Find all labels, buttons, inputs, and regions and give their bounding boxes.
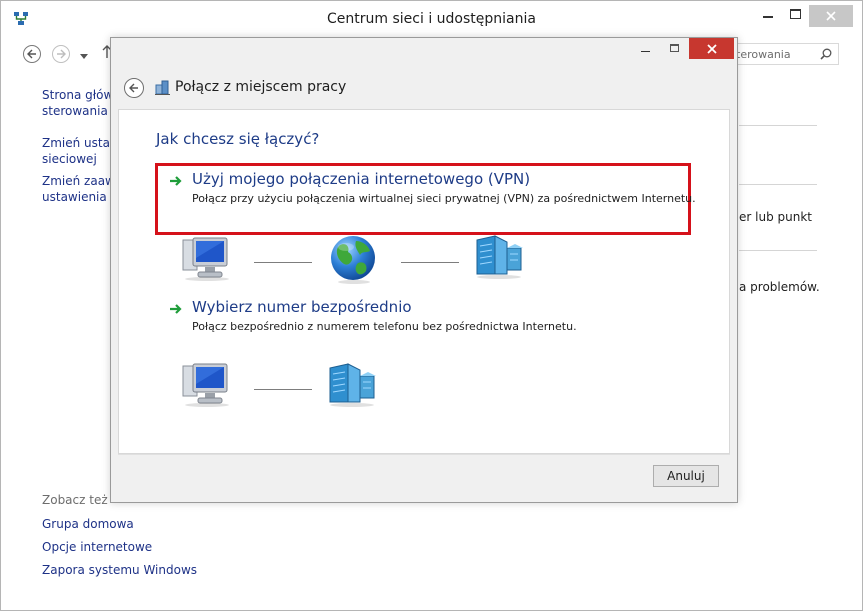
maximize-button[interactable] [780, 1, 810, 27]
close-button[interactable] [809, 5, 853, 27]
change-adapter-settings-link[interactable]: Zmień ustaw sieciowej [42, 135, 120, 167]
search-placeholder: terowania [736, 48, 791, 61]
server-icon [326, 362, 378, 411]
minimize-button[interactable] [753, 1, 783, 27]
footer-divider [118, 454, 730, 455]
dialog-minimize-button[interactable] [635, 42, 655, 56]
dial-option-title: Wybierz numer bezpośrednio [192, 298, 412, 316]
minimize-icon [640, 51, 650, 52]
globe-icon [328, 233, 380, 288]
forward-button[interactable] [52, 45, 70, 63]
back-arrow-icon [129, 83, 138, 93]
dial-option-description: Połącz bezpośrednio z numerem telefonu b… [192, 320, 577, 333]
internet-options-link[interactable]: Opcje internetowe [42, 539, 152, 555]
chevron-down-icon [80, 54, 88, 59]
connection-line [254, 262, 312, 263]
close-icon [826, 11, 836, 21]
background-text-fragment: er lub punkt [739, 210, 812, 224]
vpn-option[interactable]: Użyj mojego połączenia internetowego (VP… [163, 168, 696, 228]
back-button[interactable] [23, 45, 41, 63]
search-icon[interactable] [820, 48, 832, 63]
divider [739, 250, 817, 251]
see-also-heading: Zobacz też [42, 493, 108, 507]
computer-icon [181, 362, 233, 411]
divider [739, 125, 817, 126]
vpn-option-description: Połącz przy użyciu połączenia wirtualnej… [192, 192, 696, 205]
dialog-question: Jak chcesz się łączyć? [156, 130, 320, 148]
forward-arrow-icon [57, 49, 66, 59]
computer-icon [181, 236, 233, 285]
connection-line [401, 262, 459, 263]
connection-line [254, 389, 312, 390]
workplace-icon [154, 79, 172, 100]
close-icon [706, 43, 717, 54]
window-title: Centrum sieci i udostępniania [327, 11, 536, 27]
maximize-icon [789, 9, 801, 19]
cancel-button[interactable]: Anuluj [653, 465, 719, 487]
server-icon [473, 234, 525, 283]
maximize-icon [669, 44, 679, 52]
green-arrow-icon [169, 303, 183, 318]
connect-to-workplace-dialog: Połącz z miejscem pracy Jak chcesz się ł… [110, 37, 738, 503]
minimize-icon [763, 16, 773, 18]
homegroup-link[interactable]: Grupa domowa [42, 516, 134, 532]
vpn-option-title: Użyj mojego połączenia internetowego (VP… [192, 170, 531, 188]
windows-firewall-link[interactable]: Zapora systemu Windows [42, 562, 197, 578]
back-arrow-icon [27, 49, 36, 59]
dialog-title: Połącz z miejscem pracy [175, 79, 347, 95]
dialog-content: Jak chcesz się łączyć? Użyj mojego połąc… [118, 109, 730, 454]
green-arrow-icon [169, 175, 183, 190]
dialog-close-button[interactable] [689, 38, 734, 59]
recent-locations-button[interactable] [80, 49, 88, 63]
dialog-maximize-button[interactable] [664, 41, 684, 55]
dial-directly-option[interactable]: Wybierz numer bezpośrednio Połącz bezpoś… [163, 296, 683, 340]
divider [739, 184, 817, 185]
outer-title-bar: Centrum sieci i udostępniania [1, 1, 862, 39]
background-text-fragment: a problemów. [739, 280, 820, 294]
dialog-back-button[interactable] [124, 78, 144, 98]
search-input[interactable]: terowania [731, 43, 839, 65]
